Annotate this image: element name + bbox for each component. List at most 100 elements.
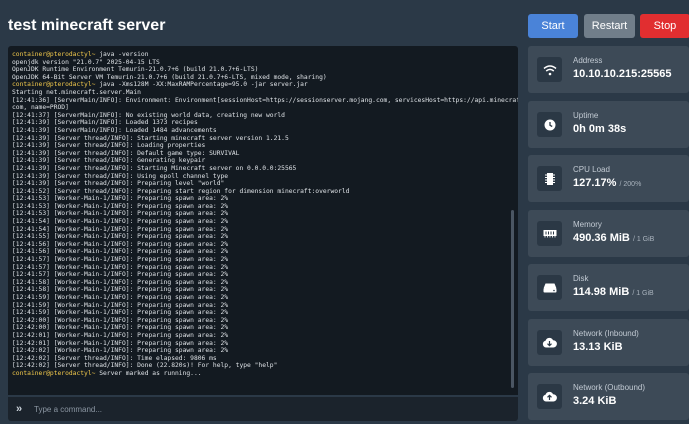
console-text: openjdk version "21.0.7" 2025-04-15 LTS — [12, 58, 160, 66]
console-line: [12:41:57] [Worker-Main-1/INFO]: Prepari… — [12, 256, 514, 264]
console-line: [12:41:39] [Server thread/INFO]: Default… — [12, 150, 514, 158]
console-line: container@pterodactyl~ Server marked as … — [12, 370, 514, 378]
console-text: [12:41:37] [ServerMain/INFO]: No existin… — [12, 111, 285, 119]
cloud-download-icon — [537, 330, 562, 355]
console-text: [12:41:39] [ServerMain/INFO]: Loaded 148… — [12, 126, 217, 134]
console-text: [12:41:53] [Worker-Main-1/INFO]: Prepari… — [12, 202, 229, 210]
console-line: [12:41:37] [ServerMain/INFO]: No existin… — [12, 112, 514, 120]
memory-icon — [537, 221, 562, 246]
console-line: [12:41:39] [Server thread/INFO]: Startin… — [12, 135, 514, 143]
wifi-icon — [537, 57, 562, 82]
console-text: [12:41:36] [ServerMain/INFO]: Environmen… — [12, 96, 518, 104]
network-outbound-label: Network (Outbound) — [573, 383, 646, 392]
uptime-label: Uptime — [573, 111, 599, 120]
console-line: [12:41:59] [Worker-Main-1/INFO]: Prepari… — [12, 309, 514, 317]
console-line: [12:41:54] [Worker-Main-1/INFO]: Prepari… — [12, 218, 514, 226]
stop-button[interactable]: Stop — [640, 14, 689, 38]
console-text: com, name=PROD] — [12, 104, 69, 112]
console-line: [12:42:00] [Worker-Main-1/INFO]: Prepari… — [12, 317, 514, 325]
stat-card-network-outbound: Network (Outbound) 3.24 KiB — [528, 373, 689, 420]
cpu-chip-icon — [537, 166, 562, 191]
console-text: [12:41:54] [Worker-Main-1/INFO]: Prepari… — [12, 225, 229, 233]
console-line: OpenJDK 64-Bit Server VM Temurin-21.0.7+… — [12, 74, 514, 82]
restart-button[interactable]: Restart — [584, 14, 635, 38]
clock-icon — [537, 112, 562, 137]
stat-card-disk: Disk 114.98 MiB / 1 GiB — [528, 264, 689, 311]
cpu-value: 127.17% / 200% — [573, 177, 641, 189]
console-line: [12:41:53] [Worker-Main-1/INFO]: Prepari… — [12, 195, 514, 203]
console-line: [12:41:54] [Worker-Main-1/INFO]: Prepari… — [12, 226, 514, 234]
console-line: [12:41:36] [ServerMain/INFO]: Environmen… — [12, 97, 518, 105]
console-line: [12:41:57] [Worker-Main-1/INFO]: Prepari… — [12, 271, 514, 279]
memory-value-text: 490.36 MiB — [573, 232, 630, 244]
console-line: [12:42:01] [Worker-Main-1/INFO]: Prepari… — [12, 332, 514, 340]
disk-label: Disk — [573, 274, 589, 283]
console-line: [12:42:02] [Server thread/INFO]: Done (2… — [12, 362, 514, 370]
console-text: [12:41:39] [ServerMain/INFO]: Loaded 137… — [12, 119, 198, 127]
console-output[interactable]: container@pterodactyl~ java -version open… — [8, 46, 518, 395]
console-line: container@pterodactyl~ java -version — [12, 51, 514, 59]
console-text: [12:41:59] [Worker-Main-1/INFO]: Prepari… — [12, 294, 229, 301]
address-value: 10.10.10.215:25565 — [573, 68, 672, 80]
console-scrollbar[interactable] — [511, 210, 514, 388]
console-line: [12:41:52] [Server thread/INFO]: Prepari… — [12, 188, 514, 196]
console-line: [12:41:53] [Worker-Main-1/INFO]: Prepari… — [12, 210, 514, 218]
cloud-upload-icon — [537, 384, 562, 409]
cpu-limit: / 200% — [619, 181, 642, 188]
console-prompt: container@pterodactyl~ — [12, 369, 96, 377]
console-text: [12:41:57] [Worker-Main-1/INFO]: Prepari… — [12, 271, 229, 279]
console-line: [12:41:39] [Server thread/INFO]: Startin… — [12, 165, 514, 173]
stat-card-address: Address 10.10.10.215:25565 — [528, 46, 689, 93]
console-text: Starting net.minecraft.server.Main — [12, 88, 141, 96]
console-line: [12:41:39] [Server thread/INFO]: Loading… — [12, 142, 514, 150]
console-log: container@pterodactyl~ java -version open… — [8, 46, 518, 378]
console-text: [12:42:00] [Worker-Main-1/INFO]: Prepari… — [12, 324, 229, 332]
network-outbound-value: 3.24 KiB — [573, 395, 617, 407]
stat-card-cpu: CPU Load 127.17% / 200% — [528, 155, 689, 202]
console-text: [12:41:39] [Server thread/INFO]: Default… — [12, 149, 240, 157]
console-text: [12:42:02] [Server thread/INFO]: Done (2… — [12, 362, 278, 370]
console-line: [12:42:02] [Server thread/INFO]: Time el… — [12, 355, 514, 363]
console-text: [12:41:39] [Server thread/INFO]: Prepari… — [12, 180, 225, 188]
console-line: [12:41:56] [Worker-Main-1/INFO]: Prepari… — [12, 241, 514, 249]
console-text: [12:42:00] [Worker-Main-1/INFO]: Prepari… — [12, 316, 229, 324]
console-line: [12:41:53] [Worker-Main-1/INFO]: Prepari… — [12, 203, 514, 211]
uptime-value: 0h 0m 38s — [573, 123, 627, 135]
console-line: [12:41:59] [Worker-Main-1/INFO]: Prepari… — [12, 294, 514, 302]
console-text: [12:41:39] [Server thread/INFO]: Using e… — [12, 172, 229, 180]
console-text: [12:42:01] [Worker-Main-1/INFO]: Prepari… — [12, 339, 229, 347]
console-line: [12:41:55] [Worker-Main-1/INFO]: Prepari… — [12, 233, 514, 241]
console-text: [12:41:57] [Worker-Main-1/INFO]: Prepari… — [12, 256, 229, 264]
console-text: java -Xms128M -XX:MaxRAMPercentage=95.0 … — [95, 81, 308, 89]
console-text: [12:41:52] [Server thread/INFO]: Prepari… — [12, 187, 350, 195]
stat-card-network-inbound: Network (Inbound) 13.13 KiB — [528, 319, 689, 366]
stat-card-memory: Memory 490.36 MiB / 1 GiB — [528, 210, 689, 257]
console-line: [12:42:01] [Worker-Main-1/INFO]: Prepari… — [12, 340, 514, 348]
console-text: [12:41:56] [Worker-Main-1/INFO]: Prepari… — [12, 240, 229, 248]
stat-card-uptime: Uptime 0h 0m 38s — [528, 101, 689, 148]
server-title: test minecraft server — [8, 17, 166, 34]
cpu-label: CPU Load — [573, 165, 610, 174]
console-line: com, name=PROD] — [12, 104, 514, 112]
console-line: Starting net.minecraft.server.Main — [12, 89, 514, 97]
console-text: [12:41:54] [Worker-Main-1/INFO]: Prepari… — [12, 218, 229, 226]
console-text: Server marked as running... — [95, 369, 202, 377]
console-prompt: container@pterodactyl~ — [12, 81, 96, 89]
memory-label: Memory — [573, 220, 602, 229]
console-line: [12:41:58] [Worker-Main-1/INFO]: Prepari… — [12, 279, 514, 287]
chevrons-right-icon: » — [15, 403, 23, 415]
disk-value-text: 114.98 MiB — [573, 286, 630, 298]
console-line: [12:41:39] [Server thread/INFO]: Generat… — [12, 157, 514, 165]
disk-value: 114.98 MiB / 1 GiB — [573, 286, 654, 298]
start-button[interactable]: Start — [528, 14, 578, 38]
network-inbound-value: 13.13 KiB — [573, 341, 623, 353]
console-text: [12:41:57] [Worker-Main-1/INFO]: Prepari… — [12, 263, 229, 271]
memory-limit: / 1 GiB — [632, 236, 655, 243]
command-input[interactable] — [30, 399, 518, 419]
console-line: [12:41:39] [Server thread/INFO]: Prepari… — [12, 180, 514, 188]
disk-limit: / 1 GiB — [632, 290, 654, 297]
console-line: OpenJDK Runtime Environment Temurin-21.0… — [12, 66, 514, 74]
address-label: Address — [573, 56, 603, 65]
command-bar: » — [8, 397, 518, 421]
console-line: [12:41:39] [ServerMain/INFO]: Loaded 148… — [12, 127, 514, 135]
